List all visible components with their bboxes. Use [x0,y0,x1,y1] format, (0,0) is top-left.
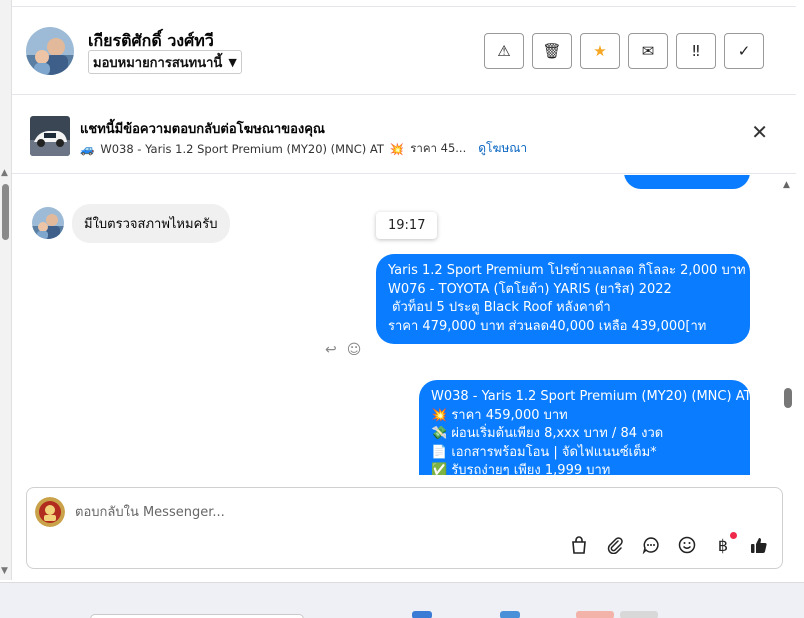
close-icon[interactable]: ✕ [751,122,768,142]
ad-banner-title: แชทนี้มีข้อความตอบกลับต่อโฆษณาของคุณ [80,122,325,137]
ad-text: W038 - Yaris 1.2 Sport Premium (MY20) (M… [100,141,384,156]
message-input[interactable] [75,500,675,524]
contact-avatar-small[interactable] [32,207,64,239]
message-hover-tools: ↩ ☺ [325,342,361,358]
message-line: 💸 ผ่อนเริ่มต้นเพียง 8,xxx บาท / 84 งวด [431,426,664,441]
message-line: ตัวท็อป 5 ประตู Black Roof หลังคาดำ [392,300,611,315]
taskbar-app-icon[interactable] [576,611,614,618]
thumbs-up-icon[interactable] [748,534,770,556]
message-thread[interactable]: มีใบตรวจสภาพไหมครับ 19:17 Yaris 1.2 Spor… [12,175,796,475]
incoming-message-bubble[interactable]: มีใบตรวจสภาพไหมครับ [72,204,230,243]
shopping-bag-icon[interactable] [568,534,590,556]
notification-dot [730,532,737,539]
scroll-up-arrow-icon[interactable]: ▲ [783,180,790,190]
message-line: W076 - TOYOTA (โตโยต้า) YARIS (ยาริส) 20… [388,281,672,297]
ad-reply-banner: แชทนี้มีข้อความตอบกลับต่อโฆษณาของคุณ 🚙 W… [12,96,796,174]
scroll-up-arrow-icon[interactable]: ▲ [1,168,8,178]
chevron-down-icon: ▼ [228,55,237,69]
taskbar-search[interactable] [90,614,304,618]
reply-composer: ฿ [26,487,783,569]
previous-outgoing-bubble-tail [624,175,750,189]
reply-icon[interactable]: ↩ [325,342,337,358]
delete-button[interactable]: 🗑 [532,33,572,69]
header-actions: ⚠ 🗑 ★ ✉ ‼ ✓ [484,33,764,69]
incoming-message-text: มีใบตรวจสภาพไหมครับ [84,217,218,232]
mark-unread-button[interactable]: ✉ [628,33,668,69]
outer-scrollbar-thumb[interactable] [2,184,9,240]
thread-scrollbar[interactable]: ▲ [778,174,796,474]
trash-icon: 🗑 [542,42,562,60]
star-button[interactable]: ★ [580,33,620,69]
saved-reply-icon[interactable] [640,534,662,556]
os-taskbar [0,582,804,618]
exclamation-icon: ‼ [692,42,700,60]
taskbar-app-icon[interactable] [620,611,658,618]
contact-avatar[interactable] [26,27,74,75]
outgoing-message-bubble[interactable]: W038 - Yaris 1.2 Sport Premium (MY20) (M… [419,380,752,475]
react-emoji-icon[interactable]: ☺ [347,342,362,358]
conversation-header: เกียรติศักดิ์ วงศ์ทวี มอบหมายการสนทนานี้… [12,7,796,95]
composer-tools: ฿ [568,532,770,556]
envelope-icon: ✉ [641,42,655,60]
page-avatar [35,497,65,527]
ad-banner-subtitle: 🚙 W038 - Yaris 1.2 Sport Premium (MY20) … [80,139,527,158]
baht-payment-icon[interactable]: ฿ [712,532,737,556]
emoji-icon[interactable] [676,534,698,556]
star-icon: ★ [593,42,607,60]
outer-scrollbar[interactable]: ▲ ▼ [0,0,12,580]
scroll-down-arrow-icon[interactable]: ▼ [1,566,8,576]
paperclip-icon[interactable] [604,534,626,556]
message-line: ราคา 479,000 บาท ส่วนลด40,000 เหลือ 439,… [388,318,707,334]
view-ad-link[interactable]: ดูโฆษณา [478,139,527,158]
message-line: Yaris 1.2 Sport Premium โปรข้าวแลกลด กิโ… [388,263,746,278]
report-button[interactable]: ⚠ [484,33,524,69]
warning-triangle-icon: ⚠ [497,42,511,60]
car-icon: 🚙 [80,141,95,156]
assign-label: มอบหมายการสนทนานี้ [93,55,223,71]
taskbar-app-icon[interactable] [412,611,432,618]
ad-price: ราคา 45... [410,140,467,155]
check-icon: ✓ [737,42,751,60]
time-divider-text: 19:17 [388,218,426,233]
baht-glyph: ฿ [717,535,729,555]
outgoing-message-bubble[interactable]: Yaris 1.2 Sport Premium โปรข้าวแลกลด กิโ… [376,254,750,344]
window-edge [796,0,804,582]
thread-scrollbar-thumb[interactable] [784,388,792,408]
taskbar-app-icon[interactable] [500,611,520,618]
message-line: 💥 ราคา 459,000 บาท [431,407,568,423]
time-divider: 19:17 [376,212,438,239]
assign-conversation-dropdown[interactable]: มอบหมายการสนทนานี้ ▼ [88,50,242,74]
mark-done-button[interactable]: ✓ [724,33,764,69]
message-line: 📄 เอกสารพร้อมโอน | จัดไฟแนนซ์เต็ม* [431,444,657,460]
follow-up-button[interactable]: ‼ [676,33,716,69]
message-line: ✅ รับรถง่ายๆ เพียง 1,999 บาท [431,463,611,475]
ad-thumbnail [30,116,70,156]
spark-icon: 💥 [389,141,405,156]
message-line: W038 - Yaris 1.2 Sport Premium (MY20) (M… [431,389,752,404]
